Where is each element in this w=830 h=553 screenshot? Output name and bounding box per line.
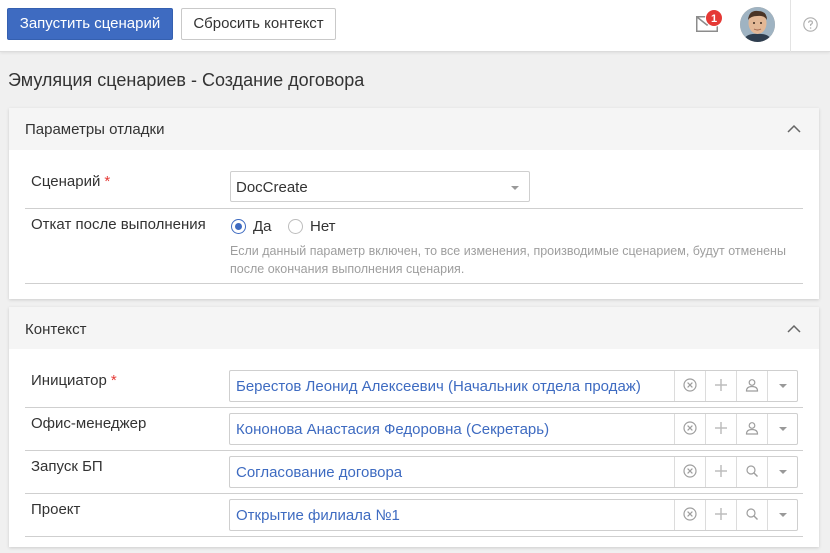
initiator-label: Инициатор * bbox=[31, 372, 117, 389]
radio-yes-circle[interactable] bbox=[231, 219, 246, 234]
search-icon bbox=[746, 508, 758, 520]
process-start-label: Запуск БП bbox=[31, 458, 103, 475]
add-button[interactable] bbox=[705, 500, 736, 530]
row-divider bbox=[25, 283, 803, 284]
project-label: Проект bbox=[31, 501, 81, 518]
chevron-down-icon bbox=[511, 186, 519, 190]
reset-context-button[interactable]: Сбросить контекст bbox=[181, 8, 336, 40]
row-divider bbox=[25, 407, 803, 408]
select-user-button[interactable] bbox=[736, 371, 767, 401]
scenario-label: Сценарий * bbox=[31, 173, 111, 190]
search-button[interactable] bbox=[736, 500, 767, 530]
context-panel: Контекст Инициатор * Берестов Леонид Алек… bbox=[9, 307, 819, 547]
chevron-down-icon bbox=[779, 513, 787, 517]
clear-button[interactable] bbox=[674, 371, 705, 401]
row-divider bbox=[25, 493, 803, 494]
radio-no-label: Нет bbox=[310, 218, 336, 235]
page-title: Эмуляция сценариев - Создание договора bbox=[8, 70, 365, 90]
debug-panel-header[interactable]: Параметры отладки bbox=[9, 108, 819, 150]
context-panel-header[interactable]: Контекст bbox=[9, 307, 819, 349]
row-divider bbox=[25, 536, 803, 537]
search-icon bbox=[746, 465, 758, 477]
chevron-down-icon bbox=[779, 384, 787, 388]
chevron-up-icon[interactable] bbox=[787, 322, 801, 336]
user-icon bbox=[745, 379, 759, 392]
project-lookup[interactable]: Открытие филиала №1 bbox=[229, 499, 798, 531]
debug-parameters-panel: Параметры отладки Сценарий * DocCreate От… bbox=[9, 108, 819, 299]
add-button[interactable] bbox=[705, 414, 736, 444]
add-button[interactable] bbox=[705, 371, 736, 401]
required-mark: * bbox=[104, 173, 111, 190]
office-manager-value-link[interactable]: Кононова Анастасия Федоровна (Секретарь) bbox=[236, 421, 549, 438]
dropdown-button[interactable] bbox=[767, 414, 798, 444]
help-icon[interactable] bbox=[803, 17, 818, 32]
plus-icon bbox=[715, 508, 727, 520]
rollback-label: Откат после выполнения bbox=[31, 216, 206, 233]
add-button[interactable] bbox=[705, 457, 736, 487]
plus-icon bbox=[715, 465, 727, 477]
dropdown-button[interactable] bbox=[767, 457, 798, 487]
initiator-lookup[interactable]: Берестов Леонид Алексеевич (Начальник от… bbox=[229, 370, 798, 402]
scenario-select-value: DocCreate bbox=[236, 179, 308, 196]
debug-panel-title: Параметры отладки bbox=[25, 121, 165, 138]
process-start-value-link[interactable]: Согласование договора bbox=[236, 464, 402, 481]
clear-icon bbox=[683, 507, 697, 521]
notification-badge: 1 bbox=[705, 9, 723, 27]
run-scenario-button[interactable]: Запустить сценарий bbox=[7, 8, 173, 40]
user-icon bbox=[745, 422, 759, 435]
radio-yes-label: Да bbox=[253, 218, 272, 235]
avatar[interactable] bbox=[740, 7, 775, 42]
required-mark: * bbox=[110, 372, 117, 389]
clear-icon bbox=[683, 378, 697, 392]
project-value-link[interactable]: Открытие филиала №1 bbox=[236, 507, 400, 524]
radio-no-circle[interactable] bbox=[288, 219, 303, 234]
clear-button[interactable] bbox=[674, 500, 705, 530]
row-divider bbox=[25, 450, 803, 451]
context-panel-title: Контекст bbox=[25, 321, 87, 338]
toolbar-divider bbox=[790, 0, 791, 52]
dropdown-button[interactable] bbox=[767, 500, 798, 530]
clear-button[interactable] bbox=[674, 414, 705, 444]
plus-icon bbox=[715, 422, 727, 434]
clear-button[interactable] bbox=[674, 457, 705, 487]
select-user-button[interactable] bbox=[736, 414, 767, 444]
top-toolbar: Запустить сценарий Сбросить контекст 1 bbox=[0, 0, 830, 52]
chevron-up-icon[interactable] bbox=[787, 122, 801, 136]
office-manager-lookup[interactable]: Кононова Анастасия Федоровна (Секретарь) bbox=[229, 413, 798, 445]
rollback-hint: Если данный параметр включен, то все изм… bbox=[230, 244, 786, 276]
office-manager-label: Офис-менеджер bbox=[31, 415, 147, 432]
clear-icon bbox=[683, 421, 697, 435]
chevron-down-icon bbox=[779, 427, 787, 431]
process-start-lookup[interactable]: Согласование договора bbox=[229, 456, 798, 488]
search-button[interactable] bbox=[736, 457, 767, 487]
plus-icon bbox=[715, 379, 727, 391]
scenario-select[interactable]: DocCreate bbox=[230, 171, 530, 202]
chevron-down-icon bbox=[779, 470, 787, 474]
dropdown-button[interactable] bbox=[767, 371, 798, 401]
row-divider bbox=[25, 208, 803, 209]
clear-icon bbox=[683, 464, 697, 478]
initiator-value-link[interactable]: Берестов Леонид Алексеевич (Начальник от… bbox=[236, 378, 641, 395]
